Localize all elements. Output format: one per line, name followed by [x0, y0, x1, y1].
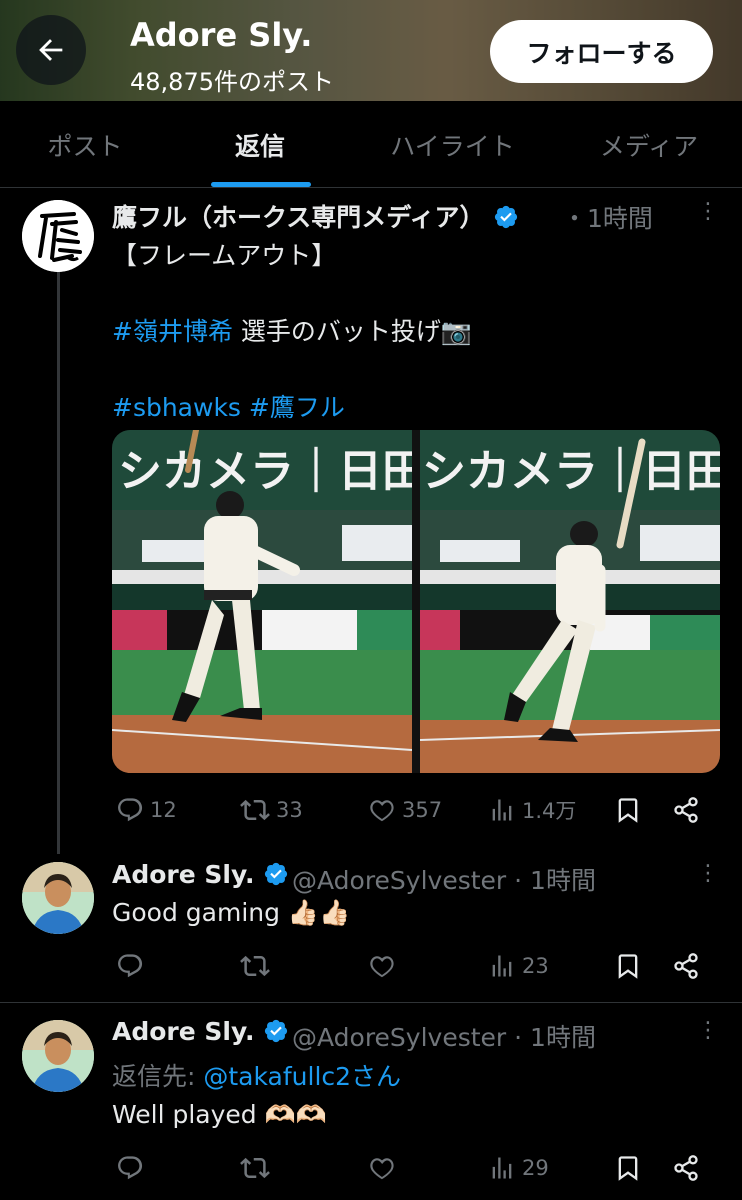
thread-connector: [57, 272, 60, 854]
verified-badge-icon: [265, 1019, 288, 1043]
handle-and-time: @AdoreSylvester · 1時間: [292, 1023, 596, 1052]
view-count: 23: [522, 954, 549, 978]
reply-button[interactable]: [116, 946, 144, 986]
view-count: 29: [522, 1156, 549, 1180]
views-button[interactable]: 23: [488, 946, 549, 986]
share-icon: [674, 797, 698, 823]
tab-highlights[interactable]: ハイライト: [350, 101, 555, 188]
post-text-line: 【フレームアウト】: [112, 241, 337, 270]
analytics-icon: [492, 955, 512, 977]
like-button[interactable]: [368, 1148, 396, 1188]
like-count: 357: [402, 798, 443, 822]
views-button[interactable]: 29: [488, 1148, 549, 1188]
post-text: Good gaming 👍🏻👍🏻: [112, 898, 351, 927]
like-button[interactable]: [368, 946, 396, 986]
repost-button[interactable]: [240, 946, 270, 986]
baseball-batter-photo: シカメラ｜日田: [420, 430, 720, 773]
reply-count: 12: [150, 798, 177, 822]
post-author[interactable]: Adore Sly.: [112, 860, 289, 889]
more-options-icon[interactable]: ⋮: [697, 1020, 719, 1042]
follow-button[interactable]: フォローする: [490, 20, 713, 83]
analytics-icon: [492, 1157, 512, 1179]
post-text-line: #嶺井博希 選手のバット投げ📷: [112, 312, 472, 348]
user-avatar-illustration: [22, 862, 94, 934]
author-name: 鷹フル（ホークス専門メディア）: [112, 203, 485, 232]
active-tab-indicator: [211, 182, 311, 187]
share-button[interactable]: [672, 790, 700, 830]
post-actions: 23: [112, 946, 720, 986]
heart-icon: [370, 956, 394, 978]
profile-name: Adore Sly.: [130, 16, 313, 54]
post-divider: [0, 1002, 742, 1003]
post-text: 選手のバット投げ📷: [232, 317, 473, 346]
banner-text: シカメラ｜日田: [422, 446, 720, 497]
brush-logo-icon: [22, 200, 94, 272]
post-hashtags: #sbhawks #鷹フル: [112, 388, 345, 424]
banner-text: シカメラ｜日田: [118, 446, 412, 497]
repost-button[interactable]: 33: [240, 790, 303, 830]
reply-context: 返信先: @takafullc2さん: [112, 1057, 401, 1093]
reply-to-link[interactable]: @takafullc2さん: [203, 1062, 401, 1091]
bookmark-icon: [618, 954, 638, 979]
bookmark-button[interactable]: [614, 1148, 642, 1188]
user-avatar-illustration: [22, 1020, 94, 1092]
repost-count: 33: [276, 798, 303, 822]
tab-posts[interactable]: ポスト: [0, 101, 170, 188]
photo-right[interactable]: シカメラ｜日田: [420, 430, 720, 773]
reply-button[interactable]: 12: [116, 790, 177, 830]
post-author[interactable]: Adore Sly.: [112, 1017, 289, 1046]
post-text: Well played 🫶🏻🫶🏻: [112, 1100, 327, 1129]
tab-replies[interactable]: 返信: [170, 101, 350, 188]
profile-tabs: ポスト 返信 ハイライト メディア: [0, 101, 742, 188]
verified-badge-icon: [495, 205, 518, 229]
share-button[interactable]: [672, 1148, 700, 1188]
avatar[interactable]: [22, 1020, 94, 1092]
bookmark-icon: [618, 1156, 638, 1181]
hashtag-link[interactable]: #sbhawks: [112, 393, 241, 422]
verified-badge-icon: [265, 862, 288, 886]
arrow-left-icon: [39, 39, 63, 61]
hashtag-link[interactable]: #嶺井博希: [112, 317, 233, 346]
repost-button[interactable]: [240, 1148, 270, 1188]
reply-button[interactable]: [116, 1148, 144, 1188]
bookmark-button[interactable]: [614, 946, 642, 986]
baseball-batter-photo: シカメラ｜日田: [112, 430, 412, 773]
post-count: 48,875件のポスト: [130, 68, 334, 96]
share-icon: [674, 1155, 698, 1181]
bookmark-button[interactable]: [614, 790, 642, 830]
reply-icon: [118, 1156, 143, 1180]
author-name: Adore Sly.: [112, 860, 255, 889]
photo-left[interactable]: シカメラ｜日田: [112, 430, 412, 773]
profile-header: Adore Sly. 48,875件のポスト フォローする: [0, 0, 742, 101]
reply-icon: [118, 954, 143, 978]
share-button[interactable]: [672, 946, 700, 986]
more-options-icon[interactable]: ⋮: [697, 201, 719, 223]
avatar[interactable]: [22, 200, 94, 272]
avatar[interactable]: [22, 862, 94, 934]
hashtag-link[interactable]: #鷹フル: [249, 393, 345, 422]
back-button[interactable]: [16, 15, 86, 85]
reply-icon: [118, 798, 143, 822]
handle-and-time: @AdoreSylvester · 1時間: [292, 866, 596, 895]
author-name: Adore Sly.: [112, 1017, 255, 1046]
tab-media[interactable]: メディア: [560, 101, 738, 188]
post-media[interactable]: シカメラ｜日田 シカメラ｜日田: [112, 430, 720, 773]
heart-icon: [370, 1158, 394, 1180]
like-button[interactable]: 357: [368, 790, 442, 830]
views-button[interactable]: 1.4万: [488, 790, 576, 830]
view-count: 1.4万: [522, 799, 577, 823]
repost-icon: [240, 1157, 270, 1179]
post-author[interactable]: 鷹フル（ホークス専門メディア）: [112, 198, 519, 234]
post-time: ・1時間: [562, 204, 653, 233]
reply-prefix: 返信先:: [112, 1062, 204, 1091]
post-actions: 12 33 357 1.4万: [112, 790, 720, 830]
repost-icon: [240, 955, 270, 977]
share-icon: [674, 953, 698, 979]
repost-icon: [240, 799, 270, 821]
more-options-icon[interactable]: ⋮: [697, 863, 719, 885]
post-actions: 29: [112, 1148, 720, 1188]
bookmark-icon: [618, 798, 638, 823]
analytics-icon: [492, 799, 512, 821]
heart-icon: [370, 800, 394, 822]
